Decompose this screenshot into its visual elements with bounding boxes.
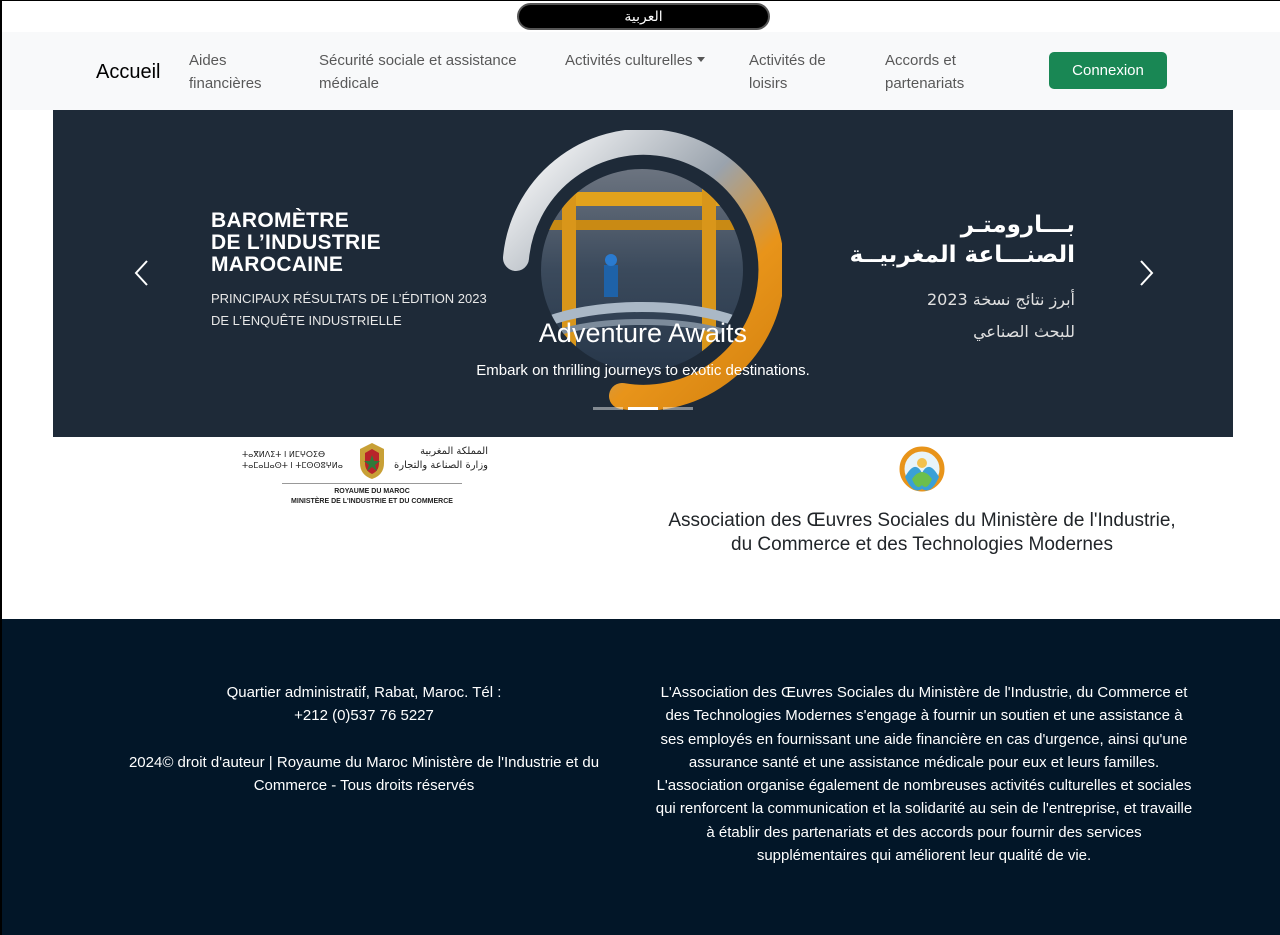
navbar: Accueil Aides financières Sécurité socia… <box>2 32 1280 110</box>
slide-subtitle-ar-line: أبرز نتائج نسخة 2023 <box>927 290 1075 309</box>
carousel-indicator-active[interactable] <box>628 407 658 410</box>
slide-heading-ar-line: بـــارومتـر <box>960 212 1075 238</box>
nav-item-activites-loisirs[interactable]: Activités de loisirs <box>749 49 859 95</box>
ministry-fr-line: MINISTÈRE DE L'INDUSTRIE ET DU COMMERCE <box>291 498 453 505</box>
divider <box>282 483 462 484</box>
slide-subtitle-line: PRINCIPAUX RÉSULTATS DE L’ÉDITION 2023 <box>211 291 487 306</box>
carousel-indicators <box>593 407 693 410</box>
footer: Quartier administratif, Rabat, Maroc. Té… <box>2 619 1280 935</box>
association-name: Association des Œuvres Sociales du Minis… <box>642 509 1202 557</box>
footer-about: L'Association des Œuvres Sociales du Min… <box>655 684 1193 865</box>
ministry-ar-line: وزارة الصناعة والتجارة <box>394 460 488 471</box>
slide-heading-line: MAROCAINE <box>211 253 344 276</box>
carousel-caption-text: Embark on thrilling journeys to exotic d… <box>476 362 810 379</box>
slide-heading-line: BAROMÈTRE <box>211 209 350 232</box>
slide-heading-ar-line: الصنـــاعة المغربيــة <box>849 242 1075 268</box>
ministry-fr-line: ROYAUME DU MAROC <box>334 488 410 495</box>
hero-carousel: BAROMÈTRE DE L’INDUSTRIE MAROCAINE PRINC… <box>53 110 1233 437</box>
carousel-indicator[interactable] <box>663 407 693 410</box>
footer-contact: Quartier administratif, Rabat, Maroc. Té… <box>106 681 622 797</box>
slide-title-fr: BAROMÈTRE DE L’INDUSTRIE MAROCAINE PRINC… <box>211 210 487 332</box>
caret-down-icon <box>696 57 705 62</box>
ministry-tf-line: ⵜⴰⴳⵍⴷⵉⵜ ⵏ ⵍⵎⵖⵔⵉⴱ <box>242 450 326 459</box>
carousel-caption-title: Adventure Awaits <box>538 318 748 348</box>
chevron-right-icon[interactable] <box>1130 258 1160 288</box>
chevron-left-icon[interactable] <box>128 258 158 288</box>
ministry-ar-line: المملكة المغربية <box>420 446 488 457</box>
language-switch-button[interactable]: العربية <box>517 3 770 30</box>
ministry-name-fr: ROYAUME DU MAROC MINISTÈRE DE L'INDUSTRI… <box>238 487 506 507</box>
ministry-name-tifinagh: ⵜⴰⴳⵍⴷⵉⵜ ⵏ ⵍⵎⵖⵔⵉⴱ ⵜⴰⵎⴰⵡⴰⵙⵜ ⵏ ⵜⵎⵙⵙⵓⵖⵍⴰ <box>242 449 343 471</box>
ministry-logo: ⵜⴰⴳⵍⴷⵉⵜ ⵏ ⵍⵎⵖⵔⵉⴱ ⵜⴰⵎⴰⵡⴰⵙⵜ ⵏ ⵜⵎⵙⵙⵓⵖⵍⴰ الم… <box>238 441 488 513</box>
ministry-name-ar: المملكة المغربية وزارة الصناعة والتجارة <box>394 445 488 473</box>
nav-item-label: Activités culturelles <box>565 52 693 69</box>
nav-item-activites-culturelles-dropdown[interactable]: Activités culturelles <box>565 49 725 72</box>
coat-of-arms-icon <box>360 443 384 479</box>
association-logo-icon <box>899 446 945 492</box>
nav-item-aides-financieres[interactable]: Aides financières <box>189 49 299 95</box>
ministry-tf-line: ⵜⴰⵎⴰⵡⴰⵙⵜ ⵏ ⵜⵎⵙⵙⵓⵖⵍⴰ <box>242 461 343 470</box>
association-name-line: du Commerce et des Technologies Modernes <box>731 534 1113 555</box>
slide-heading-line: DE L’INDUSTRIE <box>211 231 381 254</box>
footer-address-line: Quartier administratif, Rabat, Maroc. Té… <box>226 684 502 701</box>
login-button[interactable]: Connexion <box>1049 52 1167 89</box>
footer-phone: +212 (0)537 76 5227 <box>294 707 434 724</box>
footer-address: Quartier administratif, Rabat, Maroc. Té… <box>106 681 622 727</box>
footer-copyright: 2024© droit d'auteur | Royaume du Maroc … <box>128 754 600 794</box>
nav-item-securite-sociale[interactable]: Sécurité sociale et assistance médicale <box>319 49 539 95</box>
carousel-indicator[interactable] <box>593 407 623 410</box>
nav-item-accords-partenariats[interactable]: Accords et partenariats <box>885 49 1015 95</box>
association-name-line: Association des Œuvres Sociales du Minis… <box>668 510 1176 531</box>
nav-home-link[interactable]: Accueil <box>96 61 160 84</box>
